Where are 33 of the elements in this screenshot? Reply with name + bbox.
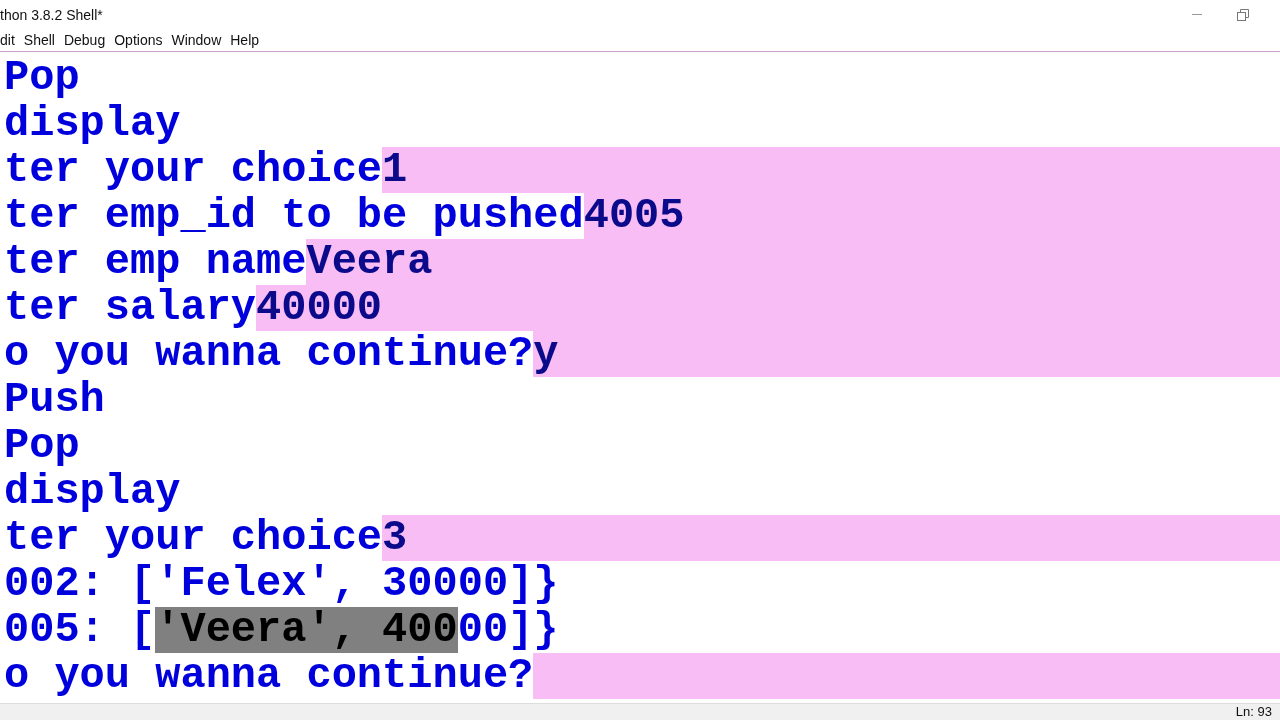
input-field[interactable]: 40000 xyxy=(256,285,1280,331)
menu-item[interactable]: Help xyxy=(230,30,260,51)
input-field[interactable]: y xyxy=(533,331,1280,377)
prompt-text: ter salary xyxy=(3,285,257,331)
prompt-text: o you wanna continue? xyxy=(3,653,534,699)
input-field[interactable]: 3 xyxy=(382,515,1280,561)
restore-icon xyxy=(1237,9,1249,21)
prompt-text: o you wanna continue? xyxy=(3,331,534,377)
output-text: Pop xyxy=(4,423,80,469)
prompt-text: ter your choice xyxy=(3,515,383,561)
selected-text: 'Veera', 400 xyxy=(155,607,458,653)
input-field[interactable] xyxy=(533,653,1280,699)
minimize-icon xyxy=(1192,14,1202,16)
menu-item[interactable]: Shell xyxy=(23,30,55,51)
menu-item[interactable]: Options xyxy=(114,30,163,51)
window-title: thon 3.8.2 Shell* xyxy=(0,5,103,25)
output-text: Pop xyxy=(4,55,80,101)
prompt-text: ter your choice xyxy=(3,147,383,193)
input-field[interactable]: 4005 xyxy=(583,193,1280,239)
output-text: display xyxy=(4,469,181,515)
menu-item[interactable]: Window xyxy=(171,30,222,51)
menu-item[interactable]: Debug xyxy=(63,30,106,51)
output-text: display xyxy=(4,101,181,147)
output-text: 00]} xyxy=(457,607,559,653)
output-text: 005: [ xyxy=(4,607,156,653)
input-field[interactable]: 1 xyxy=(382,147,1280,193)
prompt-text: ter emp_id to be pushed xyxy=(3,193,584,239)
input-field[interactable]: Veera xyxy=(306,239,1280,285)
output-text: Push xyxy=(4,377,105,423)
menu-item[interactable]: dit xyxy=(0,30,15,51)
line-number-text: Ln: 93 xyxy=(1235,704,1272,719)
output-text: 002: ['Felex', 30000]} xyxy=(4,561,559,607)
prompt-text: ter emp name xyxy=(3,239,307,285)
